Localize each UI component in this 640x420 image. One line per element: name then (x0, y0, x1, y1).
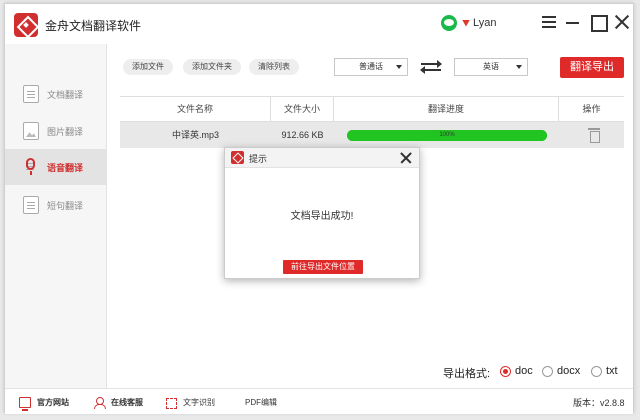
ocr-link[interactable]: 文字识别 (165, 395, 215, 409)
add-file-button[interactable]: 添加文件 (123, 59, 173, 75)
official-site-link[interactable]: 官方网站 (19, 395, 69, 411)
target-language-value: 英语 (483, 62, 499, 71)
clear-list-button[interactable]: 清除列表 (249, 59, 299, 75)
progress-bar: 100% (347, 130, 547, 141)
app-title: 金舟文档翻译软件 (45, 19, 142, 33)
column-header-progress: 翻译进度 (334, 97, 559, 121)
sidebar: 文档翻译 图片翻译 语音翻译 短句翻译 (5, 44, 107, 388)
format-label-docx: docx (557, 365, 581, 377)
sidebar-item-image-translate[interactable]: 图片翻译 (5, 113, 107, 149)
file-name-cell: 中译英.mp3 (171, 130, 219, 140)
pdf-edit-label: PDF编辑 (245, 397, 277, 407)
source-language-value: 普通话 (359, 62, 383, 71)
translate-export-button[interactable]: 翻译导出 (560, 57, 624, 78)
microphone-icon (23, 158, 39, 176)
column-header-size: 文件大小 (271, 97, 334, 121)
export-format-label: 导出格式: (443, 368, 491, 380)
sidebar-item-label: 语音翻译 (47, 162, 84, 173)
official-site-label: 官方网站 (37, 397, 69, 407)
file-table: 文件名称 文件大小 翻译进度 操作 中译英.mp3 912.66 KB 100% (120, 96, 624, 148)
username: Lyan (473, 17, 497, 29)
monitor-icon (19, 396, 31, 411)
vip-icon (462, 19, 470, 27)
menu-icon[interactable] (539, 12, 559, 32)
footer-bar: 官方网站 在线客服 文字识别 PDF编辑 版本：v2.8.8 (5, 388, 633, 414)
ocr-label: 文字识别 (183, 397, 215, 407)
online-service-link[interactable]: 在线客服 (93, 395, 143, 409)
swap-languages-icon[interactable] (420, 60, 442, 74)
minimize-icon[interactable] (563, 12, 583, 32)
pdf-edit-link[interactable]: PDF编辑 (245, 395, 277, 409)
close-icon[interactable] (612, 12, 632, 32)
column-header-filename: 文件名称 (120, 97, 271, 121)
open-export-location-button[interactable]: 前往导出文件位置 (283, 260, 363, 274)
file-size-cell: 912.66 KB (281, 130, 324, 140)
chevron-down-icon (516, 65, 522, 69)
sidebar-item-label: 图片翻译 (47, 126, 84, 137)
table-header: 文件名称 文件大小 翻译进度 操作 (120, 96, 624, 122)
sidebar-item-sentence-translate[interactable]: 短句翻译 (5, 187, 107, 223)
add-folder-button[interactable]: 添加文件夹 (183, 59, 241, 75)
target-language-select[interactable]: 英语 (454, 58, 528, 76)
delete-icon[interactable] (588, 128, 600, 143)
customer-service-icon (93, 396, 106, 409)
progress-text: 100% (439, 132, 455, 138)
table-row[interactable]: 中译英.mp3 912.66 KB 100% (120, 122, 624, 148)
dialog-message: 文档导出成功! (290, 211, 354, 222)
app-logo-icon (231, 151, 244, 164)
close-icon[interactable] (399, 151, 413, 165)
version-text: 版本：v2.8.8 (573, 398, 625, 408)
format-radio-docx[interactable] (542, 366, 553, 377)
dialog-title: 提示 (249, 154, 268, 164)
column-header-action: 操作 (582, 104, 601, 114)
title-bar: 金舟文档翻译软件 Lyan (5, 4, 633, 44)
sidebar-item-document-translate[interactable]: 文档翻译 (5, 76, 107, 112)
user-account[interactable]: Lyan (441, 13, 496, 33)
sidebar-item-label: 文档翻译 (47, 89, 84, 100)
app-logo-icon (14, 13, 38, 37)
format-radio-doc[interactable] (500, 366, 511, 377)
dialog-header: 提示 (225, 148, 419, 168)
online-service-label: 在线客服 (111, 397, 143, 407)
wechat-icon (441, 15, 457, 31)
document-icon (23, 85, 39, 103)
success-dialog: 提示 文档导出成功! 前往导出文件位置 (224, 147, 420, 279)
format-radio-txt[interactable] (591, 366, 602, 377)
format-label-txt: txt (606, 365, 618, 377)
source-language-select[interactable]: 普通话 (334, 58, 408, 76)
sidebar-item-label: 短句翻译 (47, 200, 84, 211)
image-icon (23, 122, 39, 140)
maximize-icon[interactable] (588, 12, 608, 32)
text-icon (23, 196, 39, 214)
sidebar-item-voice-translate[interactable]: 语音翻译 (5, 149, 107, 185)
chevron-down-icon (396, 65, 402, 69)
app-window: 金舟文档翻译软件 Lyan 文档翻译 图片翻译 语音翻译 短句翻译 添加文件 添… (4, 3, 634, 414)
scan-icon (165, 397, 177, 409)
format-label-doc: doc (515, 365, 533, 377)
